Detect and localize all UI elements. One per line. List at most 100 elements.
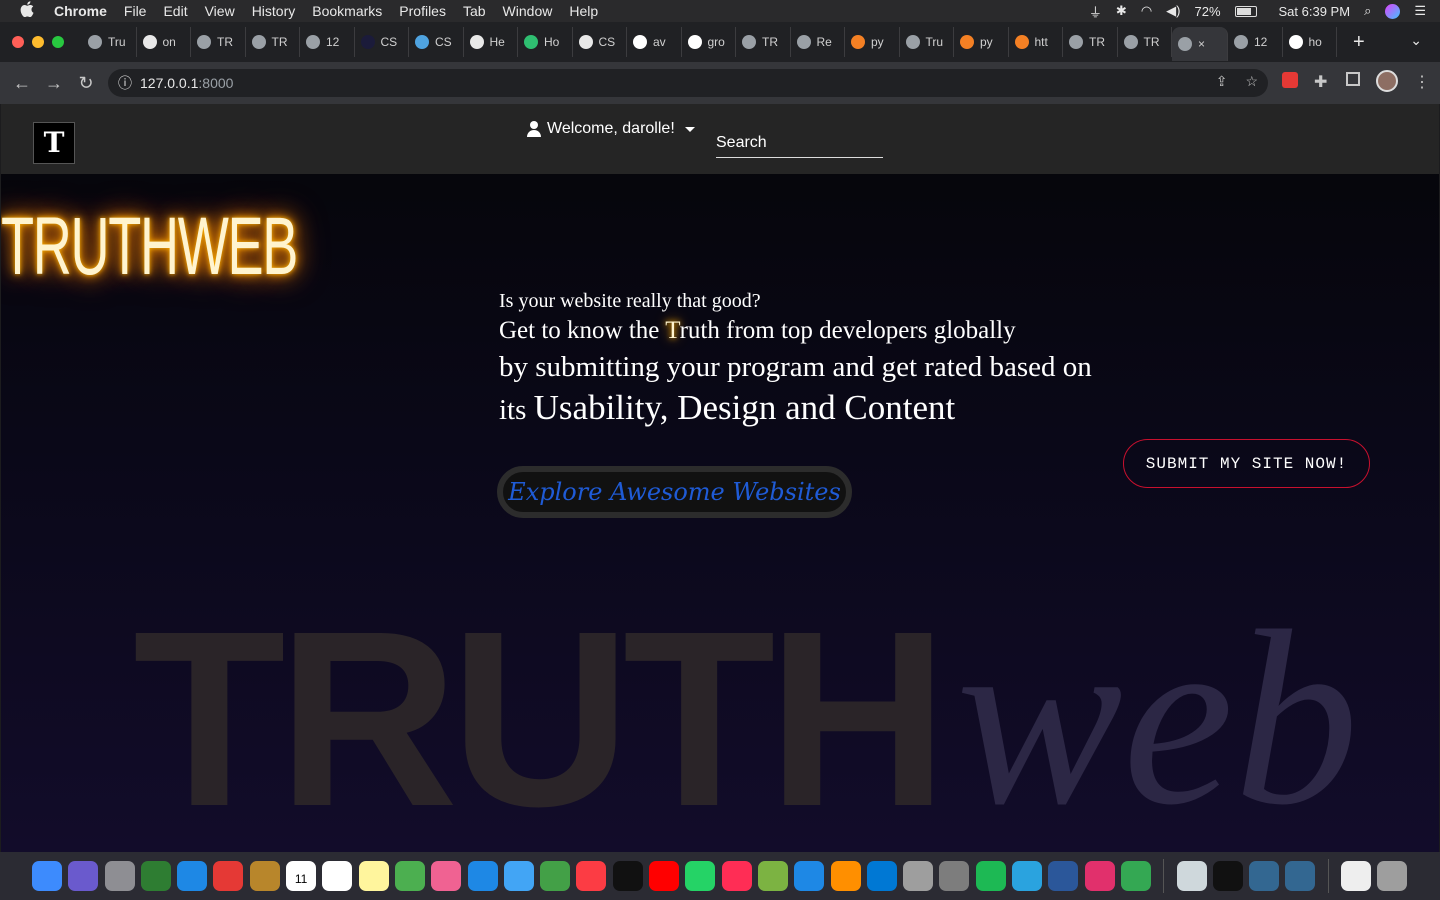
telegram-icon[interactable] (1012, 861, 1043, 891)
menu-chrome[interactable]: Chrome (54, 3, 107, 19)
postgres-icon[interactable] (1249, 861, 1280, 891)
browser-tab[interactable]: TR (736, 27, 791, 57)
notes-icon[interactable] (249, 861, 280, 891)
instagram-icon[interactable] (1084, 861, 1115, 891)
browser-tab[interactable]: × (1172, 27, 1228, 61)
apple-tv-icon[interactable] (612, 861, 643, 891)
back-button[interactable]: ← (6, 73, 38, 94)
site-logo[interactable]: T (33, 122, 75, 164)
extensions-puzzle-icon[interactable]: ✚ (1314, 72, 1327, 92)
menu-window[interactable]: Window (503, 3, 553, 19)
menu-tab[interactable]: Tab (463, 3, 486, 19)
wifi-icon[interactable]: ◠ (1141, 3, 1152, 19)
bluetooth-icon[interactable]: ✱ (1116, 3, 1127, 19)
bookmark-star-icon[interactable]: ☆ (1245, 73, 1258, 90)
browser-tab[interactable]: av (627, 27, 682, 57)
safari-icon[interactable] (177, 861, 208, 891)
browser-tab[interactable]: py (845, 27, 900, 57)
vlc-icon[interactable] (830, 861, 861, 891)
browser-tab[interactable]: htt (1009, 27, 1063, 57)
profile-avatar[interactable] (1376, 70, 1398, 97)
reminders-icon[interactable] (322, 861, 353, 891)
messages-icon[interactable] (503, 861, 534, 891)
siri-icon[interactable] (1385, 3, 1401, 19)
edge-icon[interactable] (866, 861, 897, 891)
browser-tab[interactable]: TR (191, 27, 246, 57)
browser-tab[interactable]: ho (1283, 27, 1337, 57)
browser-tab[interactable]: TR (1118, 27, 1172, 57)
battery-percent[interactable]: 72% (1194, 4, 1220, 19)
sheets-icon[interactable] (1120, 861, 1151, 891)
menu-file[interactable]: File (124, 3, 147, 19)
spotlight-icon[interactable]: ⌕ (1364, 3, 1371, 19)
app-store-icon[interactable] (794, 861, 825, 891)
share-icon[interactable]: ⇪ (1216, 73, 1228, 90)
facetime-icon[interactable] (540, 861, 571, 891)
user-dropdown[interactable]: Welcome, darolle! (527, 120, 695, 138)
browser-tab[interactable]: on (137, 27, 191, 57)
minimize-window-button[interactable] (32, 36, 44, 48)
browser-tab[interactable]: TR (246, 27, 300, 57)
siri-icon[interactable] (68, 861, 99, 891)
address-bar[interactable]: ⓘ 127.0.0.1:8000 ⇪ ☆ (108, 69, 1268, 97)
browser-tab[interactable]: 12 (300, 27, 355, 57)
vscode-icon[interactable] (467, 861, 498, 891)
word-icon[interactable] (1048, 861, 1079, 891)
new-tab-button[interactable]: + (1353, 31, 1365, 54)
menu-bookmarks[interactable]: Bookmarks (312, 3, 382, 19)
screenshot-icon[interactable] (903, 861, 934, 891)
site-info-icon[interactable]: ⓘ (118, 73, 132, 93)
preview-icon[interactable] (1176, 861, 1207, 891)
whatsapp-icon[interactable] (685, 861, 716, 891)
mission-control-icon[interactable] (140, 861, 171, 891)
browser-tab[interactable]: CS (409, 27, 464, 57)
system-preferences-icon[interactable] (939, 861, 970, 891)
forward-button[interactable]: → (38, 73, 70, 94)
browser-tab[interactable]: He (464, 27, 518, 57)
maps-icon[interactable] (394, 861, 425, 891)
browser-tab[interactable]: CS (355, 27, 409, 57)
browser-tab[interactable]: Re (791, 27, 845, 57)
spotify-icon[interactable] (975, 861, 1006, 891)
news-icon[interactable] (721, 861, 752, 891)
browser-tab[interactable]: Tru (900, 27, 954, 57)
bluestacks-icon[interactable] (757, 861, 788, 891)
document-icon[interactable] (1340, 861, 1371, 891)
browser-tab[interactable]: py (954, 27, 1009, 57)
trash-icon[interactable] (1377, 861, 1408, 891)
battery-icon[interactable] (1234, 5, 1257, 17)
volume-icon[interactable]: ◀) (1166, 3, 1180, 19)
tab-search-chevron-icon[interactable]: ⌄ (1410, 32, 1422, 49)
browser-menu-icon[interactable]: ⋮ (1414, 72, 1430, 92)
chrome-icon[interactable] (213, 861, 244, 891)
menu-profiles[interactable]: Profiles (399, 3, 446, 19)
url-text[interactable]: 127.0.0.1:8000 (140, 75, 233, 91)
browser-tab[interactable]: Ho (518, 27, 573, 57)
menu-history[interactable]: History (252, 3, 296, 19)
side-panel-icon[interactable] (1346, 72, 1360, 91)
browser-tab[interactable]: CS (573, 27, 627, 57)
close-window-button[interactable] (12, 36, 24, 48)
stickies-icon[interactable] (358, 861, 389, 891)
submit-site-button[interactable]: SUBMIT MY SITE NOW! (1123, 439, 1370, 488)
launchpad-icon[interactable] (104, 861, 135, 891)
control-center-icon[interactable]: ☰ (1414, 3, 1426, 19)
clock[interactable]: Sat 6:39 PM (1279, 4, 1351, 19)
youtube-icon[interactable] (649, 861, 680, 891)
postgres-icon[interactable] (1285, 861, 1316, 891)
music-icon[interactable] (576, 861, 607, 891)
finder-icon[interactable] (32, 861, 62, 891)
menu-view[interactable]: View (205, 3, 235, 19)
extension-icon[interactable] (1282, 72, 1298, 93)
search-input[interactable] (716, 128, 883, 158)
usb-icon[interactable]: ⏚ (1089, 2, 1102, 21)
browser-tab[interactable]: Tru (82, 27, 137, 57)
photos-icon[interactable] (431, 861, 462, 891)
calendar-icon[interactable]: 11 (286, 861, 317, 891)
browser-tab[interactable]: 12 (1228, 27, 1283, 57)
browser-tab[interactable]: gro (682, 27, 736, 57)
maximize-window-button[interactable] (52, 36, 64, 48)
terminal-icon[interactable] (1212, 861, 1243, 891)
menu-help[interactable]: Help (569, 3, 598, 19)
explore-websites-button[interactable]: Explore Awesome Websites (497, 466, 852, 518)
